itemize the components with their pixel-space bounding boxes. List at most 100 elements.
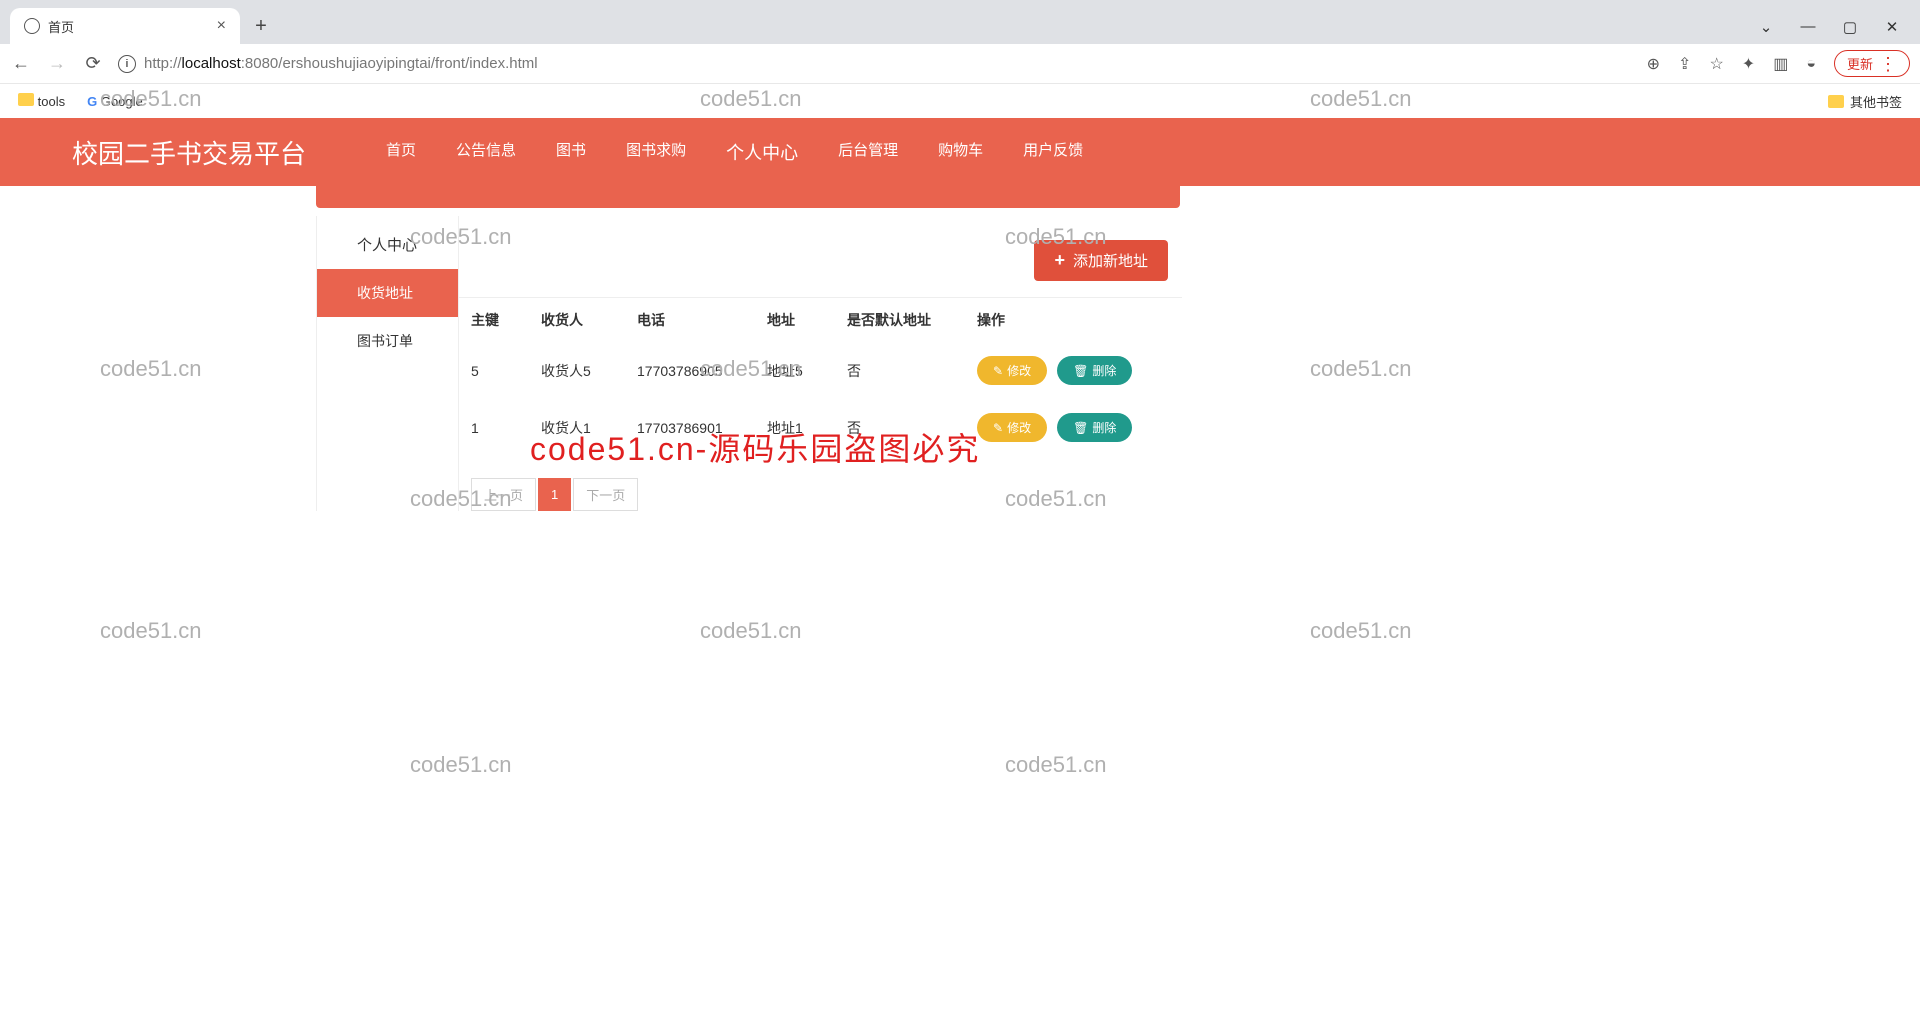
cell-default: 否	[847, 361, 977, 381]
watermark: code51.cn	[700, 618, 802, 644]
browser-tabbar: 首页 × + ⌄ — ▢ ✕	[0, 0, 1920, 44]
extensions-icon[interactable]: ✦	[1742, 54, 1755, 74]
watermark: code51.cn	[1310, 356, 1412, 382]
cell-id: 1	[471, 420, 541, 436]
cell-name: 收货人1	[541, 418, 637, 438]
plus-icon: +	[1054, 250, 1065, 271]
cell-ops: ✎ 修改 🗑 删除	[977, 356, 1182, 385]
watermark: code51.cn	[100, 356, 202, 382]
table-row: 1收货人117703786901地址1否✎ 修改🗑 删除	[459, 399, 1182, 456]
url-path: /ershoushujiaoyipingtai/front/index.html	[278, 55, 537, 72]
close-window-icon[interactable]: ✕	[1882, 18, 1902, 36]
star-icon[interactable]: ☆	[1709, 54, 1723, 74]
sidebar: 个人中心 收货地址图书订单	[317, 216, 459, 511]
reload-icon[interactable]: ⟳	[82, 53, 104, 75]
url-host: localhost	[182, 55, 241, 72]
url-port: :8080	[241, 55, 279, 72]
cell-addr: 地址5	[767, 361, 847, 381]
sidebar-title: 个人中心	[317, 216, 458, 269]
pencil-icon: ✎	[993, 364, 1003, 378]
bookmark-tools[interactable]: tools	[18, 93, 65, 109]
address-table: 主键 收货人 电话 地址 是否默认地址 操作 5收货人517703786905地…	[459, 297, 1182, 456]
watermark: code51.cn	[1310, 618, 1412, 644]
browser-address-bar: ← → ⟳ i http://localhost:8080/ershoushuj…	[0, 44, 1920, 84]
url-prefix: http://	[144, 55, 182, 72]
nav-item-3[interactable]: 图书求购	[626, 139, 686, 165]
page-body: 个人中心 收货地址图书订单 + 添加新地址 主键 收货人 电话 地址 是否默认地…	[0, 186, 1920, 208]
cell-name: 收货人5	[541, 361, 637, 381]
add-address-button[interactable]: + 添加新地址	[1034, 240, 1168, 281]
share-icon[interactable]: ⇪	[1678, 54, 1691, 74]
cell-id: 5	[471, 363, 541, 379]
chevron-down-icon[interactable]: ⌄	[1756, 18, 1776, 36]
trash-icon: 🗑	[1073, 421, 1088, 435]
site-title: 校园二手书交易平台	[72, 134, 306, 171]
th-addr: 地址	[767, 310, 847, 330]
bookmark-google[interactable]: G Google	[87, 94, 143, 109]
trash-icon: 🗑	[1073, 364, 1088, 378]
folder-icon	[18, 93, 34, 106]
delete-button[interactable]: 🗑 删除	[1057, 413, 1132, 442]
edit-button[interactable]: ✎ 修改	[977, 356, 1047, 385]
add-address-label: 添加新地址	[1073, 250, 1148, 271]
maximize-icon[interactable]: ▢	[1840, 18, 1860, 36]
nav-item-4[interactable]: 个人中心	[726, 139, 798, 165]
site-nav: 首页 公告信息 图书 图书求购 个人中心 后台管理 购物车 用户反馈	[386, 139, 1083, 165]
nav-item-1[interactable]: 公告信息	[456, 139, 516, 165]
watermark: code51.cn	[410, 752, 512, 778]
nav-item-2[interactable]: 图书	[556, 139, 586, 165]
sidebar-item-0[interactable]: 收货地址	[317, 269, 458, 317]
toolbar-right: ⊕ ⇪ ☆ ✦ ▥ ◒ 更新 ⋮	[1647, 50, 1910, 77]
sidebar-item-1[interactable]: 图书订单	[317, 317, 458, 365]
nav-item-0[interactable]: 首页	[386, 139, 416, 165]
other-bookmarks[interactable]: 其他书签	[1828, 92, 1902, 111]
nav-item-6[interactable]: 购物车	[938, 139, 983, 165]
th-op: 操作	[977, 310, 1182, 330]
prev-page-button[interactable]: 上一页	[471, 478, 536, 511]
content-container: 个人中心 收货地址图书订单 + 添加新地址 主键 收货人 电话 地址 是否默认地…	[316, 216, 1182, 511]
edit-button[interactable]: ✎ 修改	[977, 413, 1047, 442]
pencil-icon: ✎	[993, 421, 1003, 435]
delete-button[interactable]: 🗑 删除	[1057, 356, 1132, 385]
watermark: code51.cn	[1005, 752, 1107, 778]
globe-icon	[24, 18, 40, 34]
folder-icon	[1828, 95, 1844, 108]
th-name: 收货人	[541, 310, 637, 330]
cell-default: 否	[847, 418, 977, 438]
pagination: 上一页 1 下一页	[459, 456, 1182, 511]
next-page-button[interactable]: 下一页	[573, 478, 638, 511]
zoom-icon[interactable]: ⊕	[1647, 54, 1660, 74]
page-banner	[316, 186, 1180, 208]
cell-ops: ✎ 修改 🗑 删除	[977, 413, 1182, 442]
cell-phone: 17703786905	[637, 363, 767, 379]
watermark: code51.cn	[100, 618, 202, 644]
main-toolbar: + 添加新地址	[459, 216, 1182, 297]
new-tab-button[interactable]: +	[246, 11, 276, 41]
main-panel: + 添加新地址 主键 收货人 电话 地址 是否默认地址 操作 5收货人51770…	[459, 216, 1182, 511]
browser-tab[interactable]: 首页 ×	[10, 8, 240, 44]
avatar-icon[interactable]: ◒	[1806, 55, 1816, 73]
table-header: 主键 收货人 电话 地址 是否默认地址 操作	[459, 297, 1182, 342]
th-id: 主键	[471, 310, 541, 330]
table-row: 5收货人517703786905地址5否✎ 修改 🗑 删除	[459, 342, 1182, 399]
page-1-button[interactable]: 1	[538, 478, 571, 511]
th-phone: 电话	[637, 310, 767, 330]
forward-icon[interactable]: →	[46, 53, 68, 75]
google-icon: G	[87, 94, 97, 109]
tab-title: 首页	[48, 17, 74, 36]
nav-item-7[interactable]: 用户反馈	[1023, 139, 1083, 165]
window-controls: ⌄ — ▢ ✕	[1756, 18, 1920, 44]
sidepanel-icon[interactable]: ▥	[1773, 54, 1788, 74]
bookmarks-bar: tools G Google 其他书签	[0, 84, 1920, 118]
update-label: 更新	[1847, 54, 1873, 73]
site-info-icon[interactable]: i	[118, 55, 136, 73]
back-icon[interactable]: ←	[10, 53, 32, 75]
cell-addr: 地址1	[767, 418, 847, 438]
url-box[interactable]: i http://localhost:8080/ershoushujiaoyip…	[118, 55, 1633, 73]
minimize-icon[interactable]: —	[1798, 18, 1818, 36]
site-header: 校园二手书交易平台 首页 公告信息 图书 图书求购 个人中心 后台管理 购物车 用户反馈	[0, 118, 1920, 186]
th-default: 是否默认地址	[847, 310, 977, 330]
update-button[interactable]: 更新 ⋮	[1834, 50, 1910, 77]
close-tab-icon[interactable]: ×	[217, 17, 226, 35]
nav-item-5[interactable]: 后台管理	[838, 139, 898, 165]
